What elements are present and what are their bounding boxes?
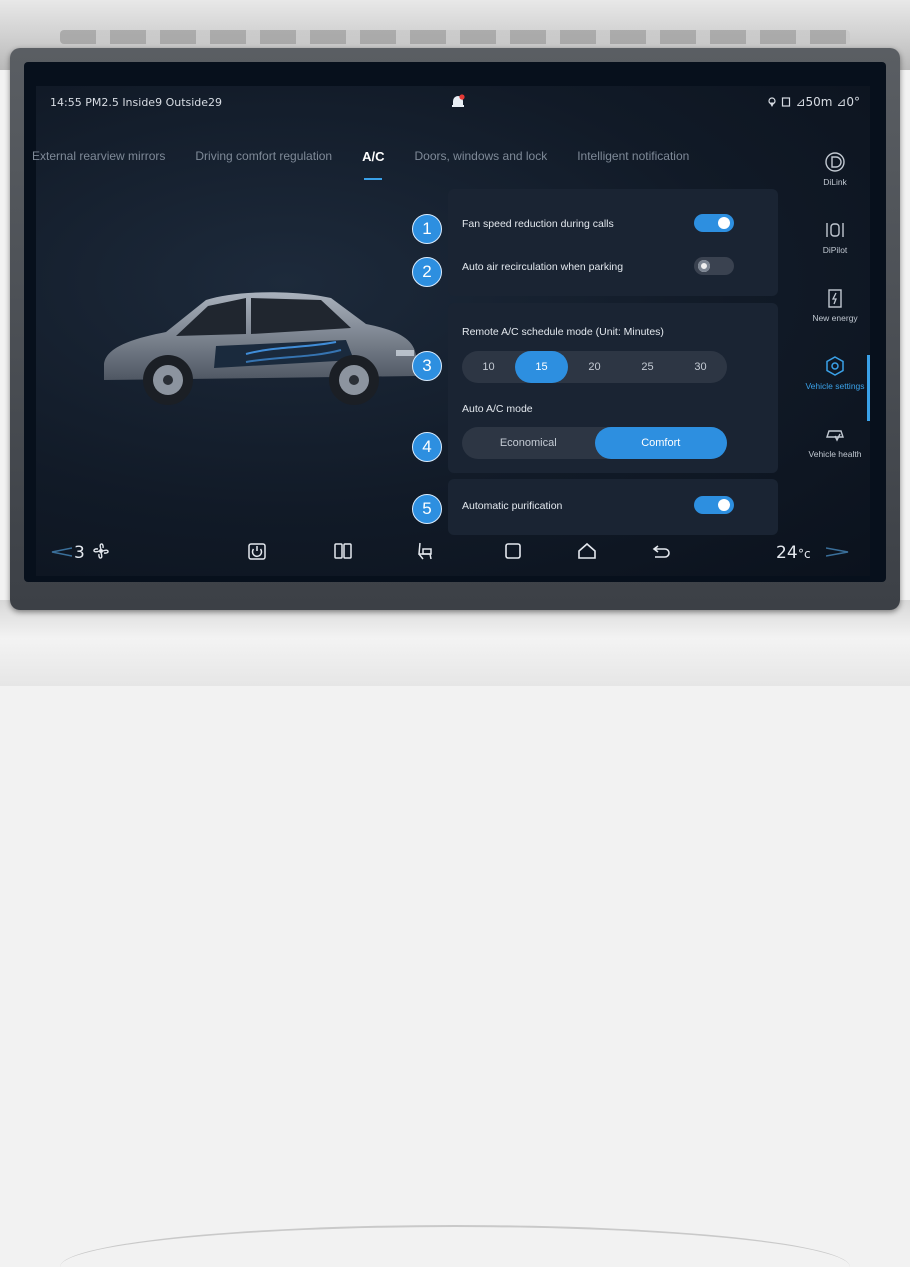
recirculation-toggle[interactable]: [694, 257, 734, 275]
infotainment-screen: 14:55 PM2.5 Inside9 Outside29 ⊿50m ⊿0° E…: [24, 62, 886, 582]
fan-level[interactable]: 3: [74, 543, 85, 563]
auto-mode-selector: Economical Comfort: [462, 427, 727, 459]
recent-apps-icon[interactable]: [502, 540, 524, 562]
toggle-knob: [718, 217, 730, 229]
auto-mode-economical[interactable]: Economical: [462, 427, 595, 459]
power-icon[interactable]: [246, 540, 268, 562]
tab-intelligent-notification[interactable]: Intelligent notification: [577, 149, 689, 171]
toggles-panel: Fan speed reduction during calls Auto ai…: [448, 189, 778, 296]
bottom-dock: 3 24 °c: [36, 530, 870, 576]
sidebar-item-vehicle-settings[interactable]: Vehicle settings: [800, 355, 870, 419]
fan-wave-left-icon: [51, 547, 72, 557]
sidebar-label: DiPilot: [822, 245, 848, 255]
clock: 14:55: [50, 96, 82, 109]
tab-external-rearview-mirrors[interactable]: External rearview mirrors: [32, 149, 165, 171]
callout-badge-3: 3: [412, 351, 442, 381]
schedule-selector: 10 15 20 25 30: [462, 351, 727, 383]
fan-speed-toggle[interactable]: [694, 214, 734, 232]
callout-badge-4: 4: [412, 432, 442, 462]
sidebar-item-dipilot[interactable]: DiPilot: [800, 219, 870, 283]
callout-badge-5: 5: [412, 494, 442, 524]
sim-icon: [782, 97, 791, 107]
purification-label: Automatic purification: [462, 500, 563, 512]
status-bar: 14:55 PM2.5 Inside9 Outside29: [50, 96, 222, 109]
toggle-knob: [718, 499, 730, 511]
sidebar-item-dilink[interactable]: DiLink: [800, 151, 870, 215]
sidebar-label: Vehicle settings: [805, 381, 865, 391]
schedule-option-25[interactable]: 25: [621, 351, 674, 383]
active-indicator: [867, 355, 870, 421]
status-right: ⊿50m ⊿0°: [767, 95, 860, 109]
schedule-option-20[interactable]: 20: [568, 351, 621, 383]
car-health-icon: [826, 430, 844, 442]
dilink-icon: [825, 152, 845, 172]
air-vent: [60, 30, 850, 44]
toggle-knob: [698, 260, 710, 272]
schedule-option-10[interactable]: 10: [462, 351, 515, 383]
sidebar-label: Vehicle health: [808, 449, 862, 459]
callout-badge-1: 1: [412, 214, 442, 244]
back-icon[interactable]: [650, 540, 672, 562]
schedule-option-15[interactable]: 15: [515, 351, 568, 383]
status-readout: ⊿50m ⊿0°: [795, 95, 860, 109]
settings-app: 14:55 PM2.5 Inside9 Outside29 ⊿50m ⊿0° E…: [32, 86, 870, 576]
settings-tabs: External rearview mirrors Driving comfor…: [32, 149, 767, 180]
purification-toggle[interactable]: [694, 496, 734, 514]
auto-mode-comfort[interactable]: Comfort: [594, 427, 727, 459]
gear-icon: [826, 356, 844, 376]
dashboard-curve: [60, 1225, 850, 1267]
callout-badge-2: 2: [412, 257, 442, 287]
home-icon[interactable]: [576, 540, 598, 562]
purification-panel: Automatic purification: [448, 479, 778, 535]
temperature-value[interactable]: 24: [776, 543, 798, 563]
fan-wave-right-icon: [826, 547, 849, 557]
schedule-mode-label: Remote A/C schedule mode (Unit: Minutes): [462, 326, 664, 338]
schedule-option-30[interactable]: 30: [674, 351, 727, 383]
right-sidebar: DiLink DiPilot New energy Vehicle settin…: [800, 151, 870, 511]
battery-icon: [828, 289, 842, 308]
dashboard-bottom: [0, 600, 910, 1227]
sidebar-item-new-energy[interactable]: New energy: [800, 287, 870, 351]
tab-ac[interactable]: A/C: [362, 149, 384, 180]
sidebar-label: DiLink: [823, 177, 847, 187]
split-screen-icon[interactable]: [332, 540, 354, 562]
vehicle-cutaway-image: [104, 292, 416, 405]
notification-bell-icon[interactable]: [450, 94, 466, 110]
sidebar-label: New energy: [812, 313, 858, 323]
fan-speed-label: Fan speed reduction during calls: [462, 218, 614, 230]
auto-mode-label: Auto A/C mode: [462, 403, 533, 415]
location-icon: [768, 97, 777, 107]
fan-icon[interactable]: [90, 540, 112, 562]
ac-mode-panel: Remote A/C schedule mode (Unit: Minutes)…: [448, 303, 778, 473]
recirculation-label: Auto air recirculation when parking: [462, 261, 624, 273]
tab-doors-windows-lock[interactable]: Doors, windows and lock: [414, 149, 547, 171]
tab-driving-comfort-regulation[interactable]: Driving comfort regulation: [195, 149, 332, 171]
seat-icon[interactable]: [414, 540, 436, 562]
air-quality: PM2.5 Inside9 Outside29: [85, 96, 223, 109]
sidebar-item-vehicle-health[interactable]: Vehicle health: [800, 423, 870, 487]
temperature-unit: °c: [798, 547, 811, 561]
dipilot-icon: [826, 223, 844, 237]
